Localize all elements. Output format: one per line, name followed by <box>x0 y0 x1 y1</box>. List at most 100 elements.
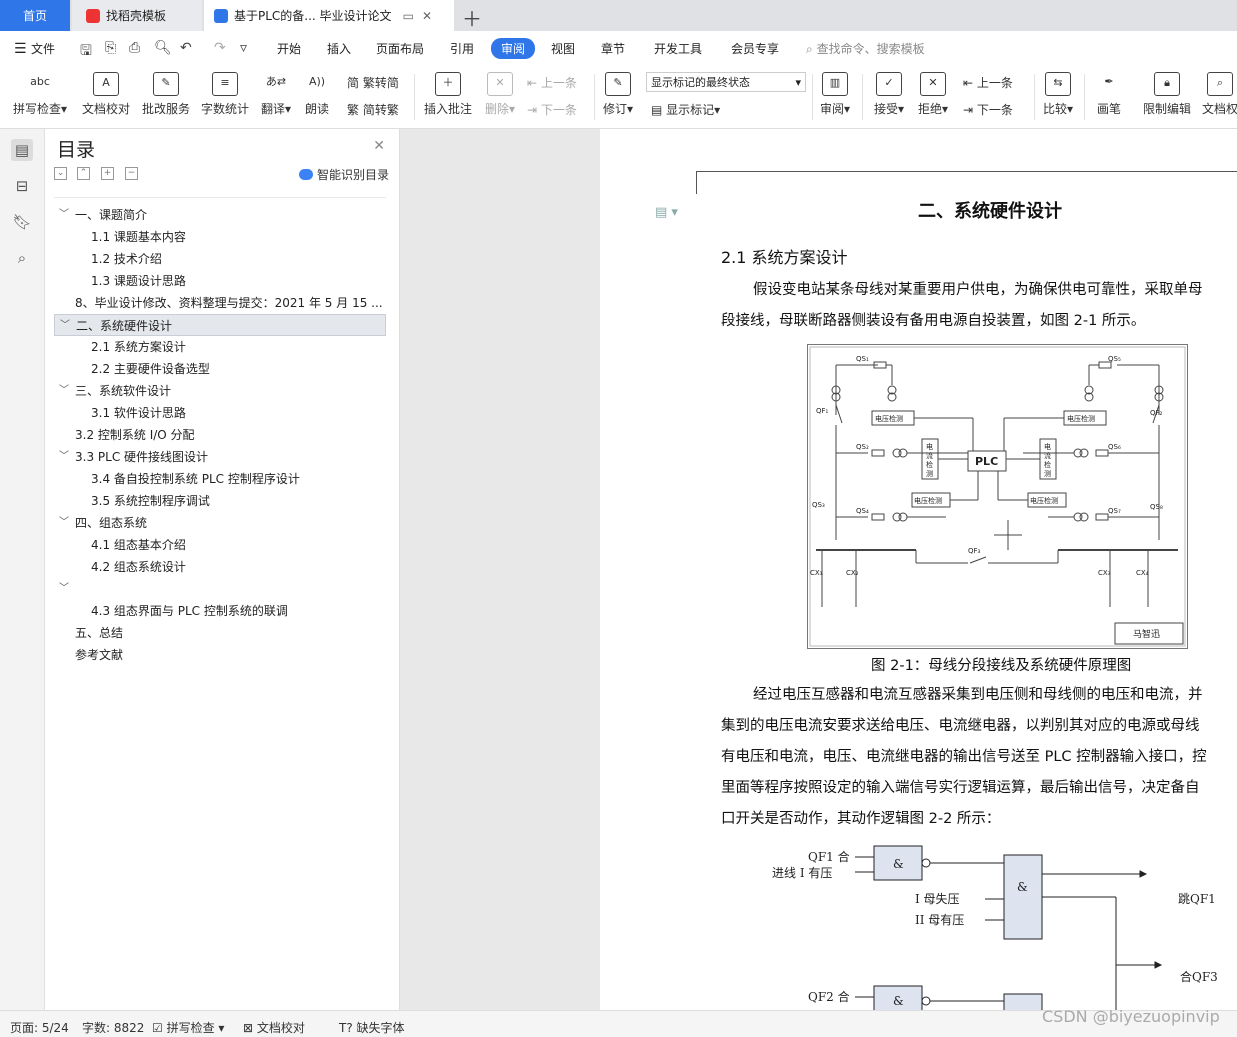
page-options-icon[interactable]: ▤ ▾ <box>655 205 678 220</box>
bookmark-icon[interactable]: 🔖︎ <box>11 211 33 233</box>
toc-item[interactable]: ﹀ 四、组态系统 <box>54 512 386 534</box>
spell-check-button[interactable]: abc 拼写检查▾ <box>12 72 68 117</box>
toc-item[interactable]: 2.2 主要硬件设备选型 <box>54 358 386 380</box>
toc-item[interactable]: ﹀ 3.3 PLC 硬件接线图设计 <box>54 446 386 468</box>
trad-to-simp-button[interactable]: 简 繁转简 <box>347 74 399 91</box>
accept-button[interactable]: ✓ 接受▾ <box>872 72 906 117</box>
tab-bar: 首页 找稻壳模板 基于PLC的备... 毕业设计论文 ▭✕ ＋ <box>0 0 1237 31</box>
translate-button[interactable]: あ⇄ 翻译▾ <box>258 72 294 117</box>
tab-document[interactable]: 基于PLC的备... 毕业设计论文 ▭✕ <box>204 0 454 31</box>
toc-item[interactable]: 参考文献 <box>54 644 386 666</box>
command-search[interactable]: ⌕ 查找命令、搜索模板 <box>806 40 925 57</box>
menu-page-layout[interactable]: 页面布局 <box>376 40 424 57</box>
word-count-indicator[interactable]: 字数: 8822 <box>82 1019 144 1036</box>
promote-level-icon[interactable]: + <box>101 167 114 180</box>
quick-access-dropdown-icon[interactable]: ▿ <box>240 40 247 56</box>
chevron-down-icon[interactable]: ﹀ <box>59 204 69 226</box>
pen-button[interactable]: ✒ 画笔 <box>1094 72 1124 117</box>
next-change-button[interactable]: ⇥ 下一条 <box>963 101 1013 118</box>
toc-item[interactable]: 2.1 系统方案设计 <box>54 336 386 358</box>
status-missing-font[interactable]: T? 缺失字体 <box>339 1019 405 1036</box>
toc-item[interactable]: ﹀ <box>54 578 386 600</box>
export-pdf-icon[interactable]: ⎘ <box>105 40 116 56</box>
chevron-down-icon[interactable]: ﹀ <box>59 512 69 534</box>
show-markup-button[interactable]: ▤ 显示标记▾ <box>651 101 720 118</box>
restrict-edit-button[interactable]: 🔒︎ 限制编辑 <box>1141 72 1193 117</box>
markup-state-value: 显示标记的最终状态 <box>651 76 750 89</box>
spell-check-label: 拼写检查 <box>12 102 61 116</box>
menu-chapter[interactable]: 章节 <box>601 40 625 57</box>
review-service-button[interactable]: ✎ 批改服务 <box>140 72 192 117</box>
print-preview-icon[interactable]: 🔍︎ <box>154 40 172 56</box>
toc-item[interactable]: 3.5 系统控制程序调试 <box>54 490 386 512</box>
toc-item[interactable]: 3.4 备自投控制系统 PLC 控制程序设计 <box>54 468 386 490</box>
search-icon[interactable]: ⌕ <box>11 247 33 269</box>
toc-item[interactable]: 4.2 组态系统设计 <box>54 556 386 578</box>
chevron-down-icon[interactable]: ﹀ <box>59 380 69 402</box>
toc-item[interactable]: 1.3 课题设计思路 <box>54 270 386 292</box>
track-changes-button[interactable]: ✎ 修订▾ <box>600 72 636 117</box>
close-icon[interactable]: ✕ <box>373 138 385 154</box>
doc-proof-button[interactable]: A 文档校对 <box>80 72 132 117</box>
toc-item[interactable]: 4.1 组态基本介绍 <box>54 534 386 556</box>
menu-member[interactable]: 会员专享 <box>731 40 779 57</box>
paragraph-line: 集到的电压电流安要求送给电压、电流继电器，以判别其对应的电源或母线 <box>721 718 1200 734</box>
smart-toc-button[interactable]: 智能识别目录 <box>299 166 389 183</box>
menu-review[interactable]: 审阅 <box>491 38 536 59</box>
paragraph-line: 里面等程序按照设定的输入端信号实行逻辑运算，最后输出信号，决定备自 <box>721 780 1200 796</box>
chevron-down-icon[interactable]: ﹀ <box>59 578 69 600</box>
menu-insert[interactable]: 插入 <box>327 40 351 57</box>
save-icon[interactable]: 🖫 <box>80 40 92 64</box>
delete-comment-button[interactable]: ✕ 删除▾ <box>482 72 518 117</box>
prev-comment-button[interactable]: ⇤ 上一条 <box>527 74 577 91</box>
markup-state-select[interactable]: 显示标记的最终状态 ▾ <box>646 72 806 92</box>
chapter-nav-icon[interactable]: ⊟ <box>11 175 33 197</box>
print-icon[interactable]: ⎙ <box>129 40 140 56</box>
doc-rights-button[interactable]: ⌕ 文档权 <box>1200 72 1237 117</box>
toc-item[interactable]: ﹀ 一、课题简介 <box>54 204 386 226</box>
toc-item[interactable]: ﹀ 二、系统硬件设计 <box>54 314 386 336</box>
toc-item[interactable]: 1.1 课题基本内容 <box>54 226 386 248</box>
read-aloud-button[interactable]: A)) 朗读 <box>302 72 332 117</box>
tab-close-icon[interactable]: ✕ <box>422 9 440 23</box>
insert-comment-button[interactable]: ＋ 插入批注 <box>422 72 474 117</box>
menu-view[interactable]: 视图 <box>551 40 575 57</box>
tab-home[interactable]: 首页 <box>0 0 70 31</box>
toc-item[interactable]: 3.2 控制系统 I/O 分配 <box>54 424 386 446</box>
document-page[interactable]: 二、系统硬件设计 2.1 系统方案设计 假设变电站某条母线对某重要用户供电，为确… <box>600 129 1237 1010</box>
menu-start[interactable]: 开始 <box>277 40 301 57</box>
toc-item[interactable]: ﹀ 三、系统软件设计 <box>54 380 386 402</box>
simp-to-trad-button[interactable]: 繁 简转繁 <box>347 101 399 118</box>
toc-item[interactable]: 1.2 技术介绍 <box>54 248 386 270</box>
menu-file[interactable]: ☰ 文件 <box>14 40 55 57</box>
word-count-button[interactable]: ≡ 字数统计 <box>199 72 251 117</box>
review-pane-button[interactable]: ▥ 审阅▾ <box>818 72 852 117</box>
document-area[interactable]: 二、系统硬件设计 2.1 系统方案设计 假设变电站某条母线对某重要用户供电，为确… <box>400 129 1237 1010</box>
menu-developer[interactable]: 开发工具 <box>654 40 702 57</box>
tab-pin-icon[interactable]: ▭ <box>403 9 422 23</box>
toc-pane-icon[interactable]: ▤ <box>11 139 33 161</box>
expand-all-icon[interactable]: ⌄ <box>54 167 67 180</box>
chevron-down-icon[interactable]: ﹀ <box>59 446 69 468</box>
toc-item[interactable]: 3.1 软件设计思路 <box>54 402 386 424</box>
redo-icon[interactable]: ↷ <box>214 40 226 56</box>
toc-item[interactable]: 4.3 组态界面与 PLC 控制系统的联调 <box>54 600 386 622</box>
tab-template[interactable]: 找稻壳模板 <box>72 0 202 31</box>
doc-proof-label: 文档校对 <box>81 102 130 116</box>
new-tab-icon[interactable]: ＋ <box>462 3 482 32</box>
chevron-down-icon[interactable]: ﹀ <box>60 315 70 335</box>
page-indicator[interactable]: 页面: 5/24 <box>10 1019 69 1036</box>
compare-button[interactable]: ⇆ 比较▾ <box>1040 72 1076 117</box>
undo-icon[interactable]: ↶ <box>180 40 192 56</box>
delete-comment-label: 删除 <box>484 102 509 116</box>
demote-level-icon[interactable]: − <box>125 167 138 180</box>
prev-change-button[interactable]: ⇤ 上一条 <box>963 74 1013 91</box>
status-spell-check[interactable]: ☑ 拼写检查 ▾ <box>152 1019 224 1036</box>
reject-button[interactable]: ✕ 拒绝▾ <box>916 72 950 117</box>
status-doc-proof[interactable]: ⊠ 文档校对 <box>243 1019 305 1036</box>
toc-item[interactable]: 五、总结 <box>54 622 386 644</box>
next-comment-button[interactable]: ⇥ 下一条 <box>527 101 577 118</box>
toc-item[interactable]: 8、毕业设计修改、资料整理与提交：2021 年 5 月 15 ... <box>54 292 386 314</box>
collapse-all-icon[interactable]: ⌃ <box>77 167 90 180</box>
menu-references[interactable]: 引用 <box>450 40 474 57</box>
